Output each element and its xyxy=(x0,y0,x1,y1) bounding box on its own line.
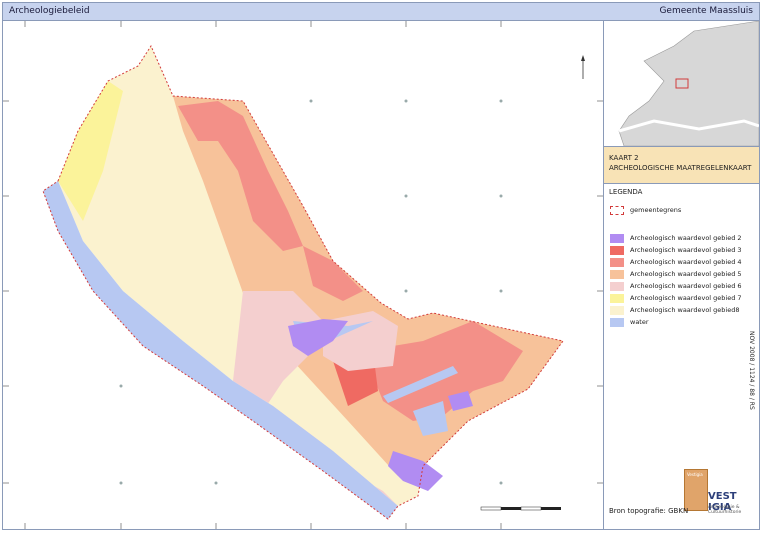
legend-swatch xyxy=(610,246,624,255)
document-title: Archeologiebeleid xyxy=(9,6,90,16)
municipality-title: Gemeente Maassluis xyxy=(659,6,753,16)
legend-label: water xyxy=(630,318,649,326)
legend-swatch xyxy=(610,234,624,243)
side-panel: KAART 2 ARCHEOLOGISCHE MAATREGELENKAART … xyxy=(604,20,760,529)
map-sheet: Archeologiebeleid Gemeente Maassluis KAA… xyxy=(2,2,760,530)
legend-heading: LEGENDA xyxy=(609,188,643,196)
legend-swatch xyxy=(610,258,624,267)
north-arrow-icon xyxy=(581,55,585,79)
header-bar: Archeologiebeleid Gemeente Maassluis xyxy=(3,3,759,21)
map-canvas[interactable] xyxy=(3,21,603,529)
legend-label: Archeologisch waardevol gebied 5 xyxy=(630,270,742,278)
map-title-box: KAART 2 ARCHEOLOGISCHE MAATREGELENKAART xyxy=(604,147,759,184)
legend-swatch xyxy=(610,306,624,315)
legend-swatch xyxy=(610,294,624,303)
legend-label: Archeologisch waardevol gebied8 xyxy=(630,306,740,314)
book-cover-icon: Vestigia xyxy=(684,469,708,511)
legend-label: Archeologisch waardevol gebied 2 xyxy=(630,234,742,242)
legend-swatch xyxy=(610,282,624,291)
map-panel[interactable] xyxy=(3,21,604,529)
legend-label: Archeologisch waardevol gebied 7 xyxy=(630,294,742,302)
archaeology-zones xyxy=(43,46,563,519)
legend-swatch xyxy=(610,206,624,215)
legend-label: Archeologisch waardevol gebied 6 xyxy=(630,282,742,290)
source-credit: Bron topografie: GBKN xyxy=(609,507,689,515)
scale-bar xyxy=(480,506,561,511)
map-number: KAART 2 xyxy=(609,154,639,162)
legend-label: Archeologisch waardevol gebied 4 xyxy=(630,258,742,266)
map-title: ARCHEOLOGISCHE MAATREGELENKAART xyxy=(609,164,752,172)
legend-swatch xyxy=(610,318,624,327)
legend-label: Archeologisch waardevol gebied 3 xyxy=(630,246,742,254)
legend-swatch xyxy=(610,270,624,279)
legend: LEGENDA gemeentegrens Archeologisch waar… xyxy=(609,188,742,327)
stamp-text: NOV 2008 / 1124 / 88 / RS xyxy=(748,331,755,410)
overview-inset-map xyxy=(604,20,760,147)
vestigia-logo: Vestigia VEST IGIA Archeologie & Cultuur… xyxy=(682,469,752,525)
